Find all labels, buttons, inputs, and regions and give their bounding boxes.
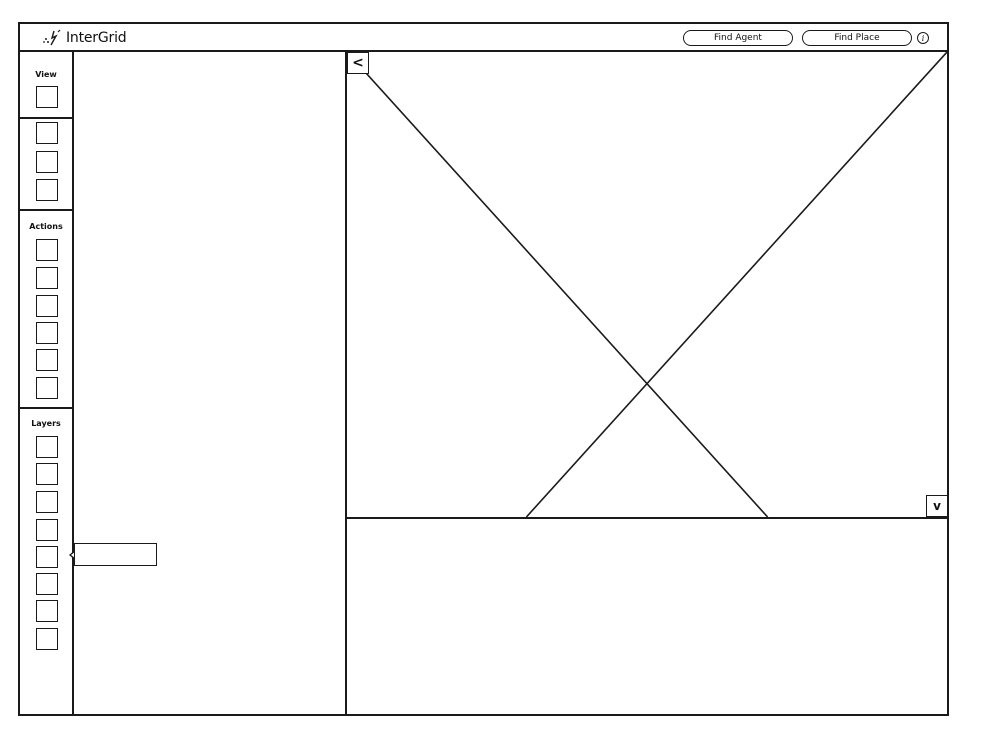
action-button-4[interactable] [36,322,58,344]
find-agent-button[interactable]: Find Agent [683,30,793,46]
layer-button-6[interactable] [36,573,58,595]
action-button-5[interactable] [36,349,58,371]
left-toolbar: View Actions Layers [20,52,74,714]
action-button-6[interactable] [36,377,58,399]
layer-button-5[interactable] [36,546,58,568]
layer-button-4[interactable] [36,519,58,541]
layer-button-2[interactable] [36,463,58,485]
find-place-button[interactable]: Find Place [802,30,912,46]
action-button-2[interactable] [36,267,58,289]
side-panel [74,52,347,714]
image-placeholder[interactable] [347,52,947,519]
action-button-3[interactable] [36,295,58,317]
section-label-view: View [35,70,57,79]
divider [20,407,72,409]
tool-button-1[interactable] [36,122,58,144]
layer-button-3[interactable] [36,491,58,513]
sparkle-logo-icon [43,29,61,46]
action-button-1[interactable] [36,239,58,261]
layer-button-8[interactable] [36,628,58,650]
tool-button-3[interactable] [36,179,58,201]
layer-button-1[interactable] [36,436,58,458]
view-button-1[interactable] [36,86,58,108]
section-label-actions: Actions [29,222,63,231]
collapse-left-button[interactable]: < [347,52,369,74]
layer-tooltip [74,543,157,566]
logo: InterGrid [42,28,127,48]
top-bar: InterGrid Find Agent Find Place i [20,24,947,52]
placeholder-cross [347,52,947,517]
bottom-panel [347,519,947,714]
app-window: InterGrid Find Agent Find Place i View A… [18,22,949,716]
app-title: InterGrid [66,30,127,46]
section-label-layers: Layers [31,419,61,428]
divider [20,209,72,211]
collapse-down-button[interactable]: v [926,495,948,517]
tool-button-2[interactable] [36,151,58,173]
layer-button-7[interactable] [36,600,58,622]
info-icon[interactable]: i [917,32,929,44]
divider [20,117,72,119]
